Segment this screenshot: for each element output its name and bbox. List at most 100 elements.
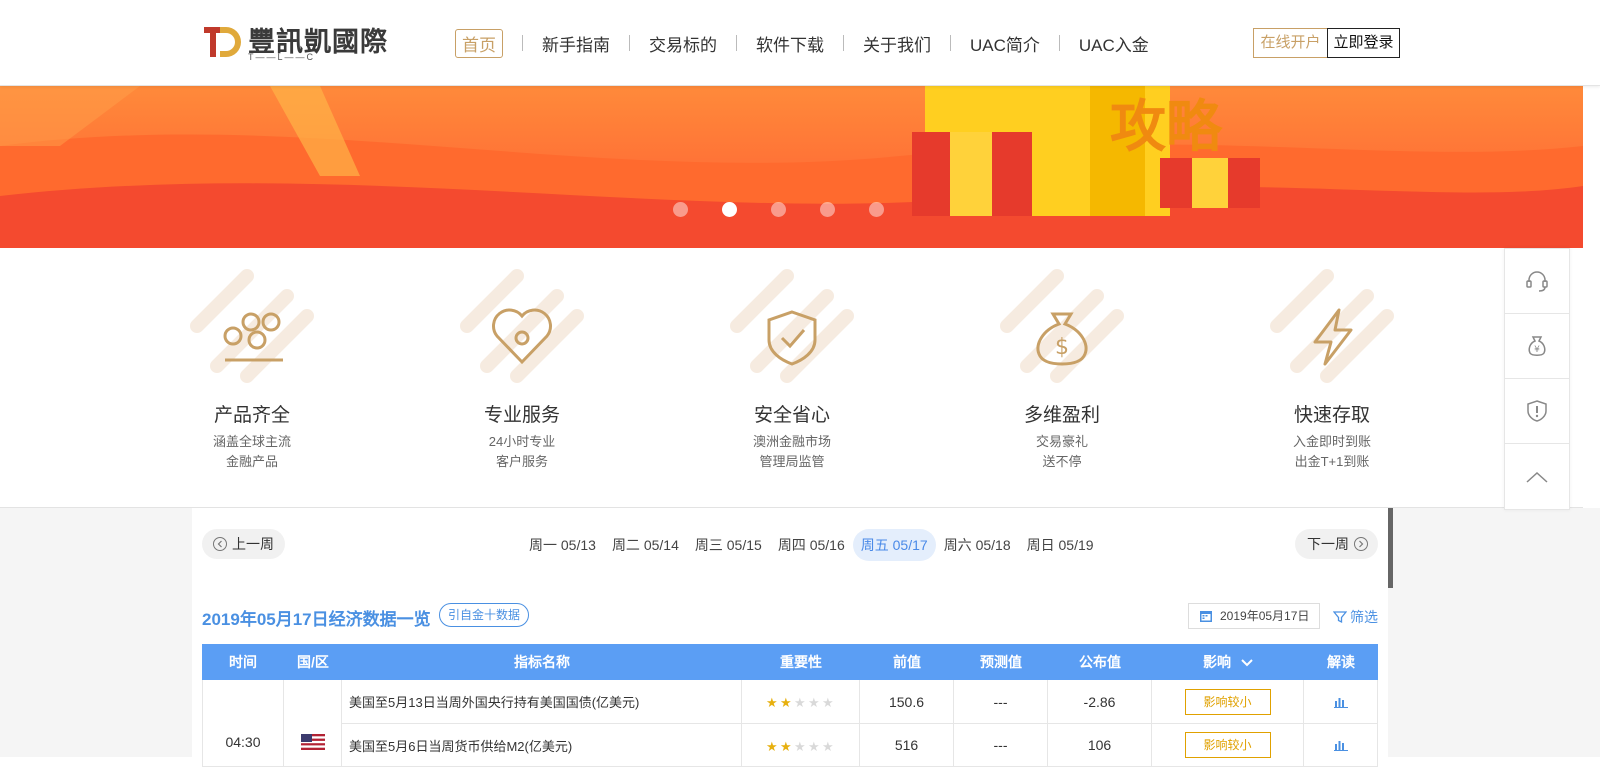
feature-desc-line2: 金融产品 xyxy=(225,454,278,469)
headset-icon xyxy=(1526,271,1548,292)
table-header: 时间 国/区 指标名称 重要性 前值 预测值 公布值 影响 解读 xyxy=(202,644,1378,680)
nav-divider xyxy=(950,35,951,51)
nav-software-download[interactable]: 软件下载 xyxy=(756,31,824,56)
banner-artwork xyxy=(0,86,1583,248)
site-header: 豐訊凱國際 T——L——C 首页 新手指南 交易标的 软件下载 关于我们 UAC… xyxy=(0,0,1600,86)
lightning-icon xyxy=(1270,269,1394,383)
logo-subtext: T——L——C xyxy=(248,52,316,62)
table-cell-interpretation[interactable] xyxy=(1304,724,1378,767)
day-tab[interactable]: 周二 05/14 xyxy=(604,529,687,561)
impact-badge: 影响较小 xyxy=(1184,688,1271,715)
nav-uac-intro[interactable]: UAC简介 xyxy=(970,31,1040,56)
carousel-dot-2[interactable] xyxy=(722,202,737,217)
svg-text:$: $ xyxy=(1055,335,1069,360)
open-account-button[interactable]: 在线开户 xyxy=(1253,28,1328,58)
nav-home[interactable]: 首页 xyxy=(455,28,503,58)
feature-title: 多维盈利 xyxy=(1023,405,1100,426)
calendar-icon xyxy=(1200,611,1212,622)
feature-desc-line2: 客户服务 xyxy=(495,454,548,469)
heart-icon xyxy=(460,269,584,383)
table-cell-indicator: 美国至5月13日当周外国央行持有美国国债(亿美元) xyxy=(342,680,742,724)
feature-desc-line1: 入金即时到账 xyxy=(1292,434,1371,449)
table-cell-indicator: 美国至5月6日当周货币供给M2(亿美元) xyxy=(342,724,742,767)
svg-text:★: ★ xyxy=(780,740,792,752)
carousel-dot-4[interactable] xyxy=(820,202,835,217)
table-cell-forecast: --- xyxy=(954,724,1048,767)
date-picker-value: 2019年05月17日 xyxy=(1220,609,1310,623)
nodes-icon xyxy=(190,269,314,383)
chevron-left-circle-icon xyxy=(213,537,227,551)
feature-title: 快速存取 xyxy=(1293,405,1370,426)
table-cell-importance: ★ ★ ★ ★ ★ xyxy=(742,724,860,767)
prev-week-button[interactable]: 上一周 xyxy=(202,529,285,559)
next-week-label: 下一周 xyxy=(1307,536,1349,552)
customer-service-button[interactable] xyxy=(1505,249,1569,314)
svg-text:★: ★ xyxy=(822,740,834,752)
main-nav: 首页 新手指南 交易标的 软件下载 关于我们 UAC简介 UAC入金 xyxy=(455,28,1149,58)
day-tab[interactable]: 周六 05/18 xyxy=(936,529,1019,561)
nav-uac-deposit[interactable]: UAC入金 xyxy=(1079,31,1149,56)
login-button[interactable]: 立即登录 xyxy=(1327,28,1400,58)
day-tab[interactable]: 周一 05/13 xyxy=(521,529,604,561)
back-to-top-button[interactable] xyxy=(1505,444,1569,509)
feature-desc-line1: 24小时专业 xyxy=(488,434,556,449)
carousel-dots xyxy=(673,202,884,217)
star-rating: ★ ★ ★ ★ ★ xyxy=(766,739,836,752)
column-header-indicator: 指标名称 xyxy=(514,654,570,670)
svg-text:★: ★ xyxy=(766,696,778,708)
risk-notice-button[interactable] xyxy=(1505,379,1569,444)
table-cell-interpretation[interactable] xyxy=(1304,680,1378,724)
logo-mark-icon xyxy=(204,27,241,57)
chevron-down-icon xyxy=(1241,659,1253,667)
nav-beginner-guide[interactable]: 新手指南 xyxy=(542,31,610,56)
svg-text:★: ★ xyxy=(766,740,778,752)
date-picker[interactable]: 2019年05月17日 xyxy=(1188,603,1320,629)
nav-divider xyxy=(1058,35,1060,51)
carousel-dot-5[interactable] xyxy=(869,202,884,217)
carousel-dot-1[interactable] xyxy=(673,202,688,217)
nav-divider xyxy=(629,35,630,51)
us-flag-icon xyxy=(300,734,325,750)
nav-divider xyxy=(522,35,523,51)
table-cell-impact: 影响较小 xyxy=(1152,680,1304,724)
source-badge[interactable]: 引自金十数据 xyxy=(439,603,530,627)
feature-products: 产品齐全 涵盖全球主流 金融产品 xyxy=(152,266,352,472)
svg-text:★: ★ xyxy=(780,696,792,708)
banner-gift-text: 攻略 xyxy=(1110,95,1222,160)
day-tab[interactable]: 周日 05/19 xyxy=(1019,529,1102,561)
day-tab[interactable]: 周三 05/15 xyxy=(687,529,770,561)
nav-trading-products[interactable]: 交易标的 xyxy=(649,31,717,56)
feature-title: 产品齐全 xyxy=(213,405,290,426)
column-header-previous: 前值 xyxy=(893,654,921,670)
carousel-dot-3[interactable] xyxy=(771,202,786,217)
feature-desc-line2: 送不停 xyxy=(1042,454,1082,469)
day-selector: 周一 05/13 周二 05/14 周三 05/15 周四 05/16 周五 0… xyxy=(521,529,1102,561)
column-header-importance: 重要性 xyxy=(780,654,822,670)
alert-shield-icon xyxy=(1527,400,1547,422)
filter-button[interactable]: 筛选 xyxy=(1333,607,1378,627)
feature-desc-line2: 出金T+1到账 xyxy=(1294,454,1370,469)
feature-desc-line1: 交易豪礼 xyxy=(1035,434,1088,449)
column-header-country: 国/区 xyxy=(297,654,329,670)
bar-chart-icon xyxy=(1333,741,1348,751)
table-cell-time: 04:30 xyxy=(202,680,284,767)
svg-text:★: ★ xyxy=(808,696,820,708)
column-header-time: 时间 xyxy=(229,654,257,670)
feature-security: 安全省心 澳洲金融市场 管理局监管 xyxy=(692,266,892,472)
next-week-button[interactable]: 下一周 xyxy=(1295,529,1378,559)
day-tab-active[interactable]: 周五 05/17 xyxy=(852,529,936,561)
table-cell-actual: 106 xyxy=(1048,724,1152,767)
feature-desc-line2: 管理局监管 xyxy=(759,454,825,469)
logo[interactable]: 豐訊凱國際 T——L——C xyxy=(204,22,388,62)
feature-desc-line1: 涵盖全球主流 xyxy=(212,434,291,449)
feature-service: 专业服务 24小时专业 客户服务 xyxy=(422,266,622,472)
day-tab[interactable]: 周四 05/16 xyxy=(770,529,853,561)
column-header-impact[interactable]: 影响 xyxy=(1152,644,1304,680)
chevron-right-circle-icon xyxy=(1354,537,1368,551)
scrollbar-thumb[interactable] xyxy=(1388,508,1393,588)
nav-divider xyxy=(843,35,844,51)
deposit-button[interactable]: ¥ xyxy=(1505,314,1569,379)
nav-about-us[interactable]: 关于我们 xyxy=(863,31,931,56)
hero-banner[interactable]: 攻略 xyxy=(0,86,1583,248)
table-cell-previous: 150.6 xyxy=(860,680,954,724)
